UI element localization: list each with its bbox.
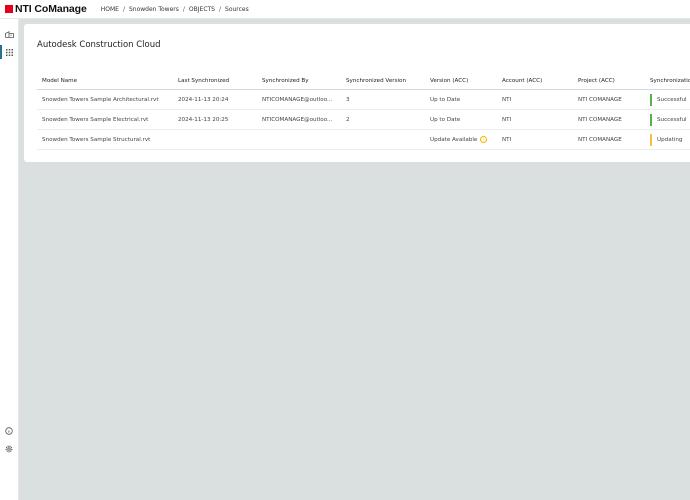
column-header-synchronized-by[interactable]: Synchronized By [257,73,341,90]
breadcrumb-separator: / [122,5,125,13]
column-header-synchronization[interactable]: Synchronization [645,73,690,90]
acc-version-cell: Up to Date [425,89,497,110]
breadcrumb-sources: Sources [225,5,249,13]
synchronized-version-cell [341,129,425,150]
table-header-row: Model Name Last Synchronized Synchronize… [37,73,690,90]
sidebar [0,19,19,500]
column-header-last-synchronized[interactable]: Last Synchronized [173,73,257,90]
breadcrumb-separator: / [182,5,185,13]
model-name-cell: Snowden Towers Sample Structural.rvt [37,129,173,150]
last-synchronized-cell: 2024-11-13 20:25 [173,109,257,130]
model-name-cell: Snowden Towers Sample Architectural.rvt [37,89,173,110]
sources-table: Model Name Last Synchronized Synchronize… [37,73,690,150]
column-header-project-acc[interactable]: Project (ACC) [573,73,645,90]
sidebar-item-info[interactable] [0,423,18,439]
synchronized-by-cell [257,129,341,150]
logo-mark-icon [5,5,13,13]
update-available-icon[interactable]: ! [480,136,488,143]
card-title: Autodesk Construction Cloud [37,40,161,50]
breadcrumb: HOME / Snowden Towers / OBJECTS / Source… [101,6,249,13]
top-bar: NTI CoManage HOME / Snowden Towers / OBJ… [0,0,690,19]
acc-version-text: Up to Date [430,116,461,123]
status-indicator-bar [650,93,652,106]
app-logo[interactable]: NTI CoManage [5,3,87,15]
building-icon [4,30,14,38]
apps-grid-icon [5,48,13,56]
status-indicator-bar [650,133,652,146]
account-cell: NTI [497,109,573,130]
sync-status-cell: Updating [645,129,690,150]
sync-status-cell: Successful [645,109,690,130]
status-indicator-bar [650,113,652,126]
breadcrumb-objects[interactable]: OBJECTS [189,6,215,13]
sync-status-cell: Successful [645,89,690,110]
info-icon [5,427,13,435]
column-header-version-acc[interactable]: Version (ACC) [425,73,497,90]
acc-version-text: Update Available [430,136,478,143]
status-badge: Successful [657,116,687,123]
synchronized-by-cell: NTICOMANAGE@outloo... [257,89,341,110]
synchronized-version-cell: 2 [341,109,425,130]
table-row[interactable]: Snowden Towers Sample Architectural.rvt … [37,89,690,110]
table-row[interactable]: Snowden Towers Sample Structural.rvt Upd… [37,129,690,150]
sidebar-item-building[interactable] [0,26,18,42]
status-badge: Successful [657,96,687,103]
acc-version-cell: Update Available! [425,129,497,150]
acc-version-text: Up to Date [430,96,461,103]
table-row[interactable]: Snowden Towers Sample Electrical.rvt 202… [37,109,690,130]
column-header-model-name[interactable]: Model Name [37,73,173,90]
model-name-cell: Snowden Towers Sample Electrical.rvt [37,109,173,130]
last-synchronized-cell: 2024-11-13 20:24 [173,89,257,110]
column-header-synchronized-version[interactable]: Synchronized Version [341,73,425,90]
account-cell: NTI [497,89,573,110]
last-synchronized-cell [173,129,257,150]
project-cell: NTI COMANAGE [573,89,645,110]
project-cell: NTI COMANAGE [573,109,645,130]
breadcrumb-separator: / [218,5,222,13]
synchronized-version-cell: 3 [341,89,425,110]
column-header-account-acc[interactable]: Account (ACC) [497,73,573,90]
settings-icon [5,445,13,453]
sources-card: Autodesk Construction Cloud Model Name L… [24,24,690,162]
synchronized-by-cell: NTICOMANAGE@outloo... [257,109,341,130]
project-cell: NTI COMANAGE [573,129,645,150]
sidebar-item-apps[interactable] [0,44,18,60]
sidebar-item-settings[interactable] [0,441,18,457]
account-cell: NTI [497,129,573,150]
breadcrumb-home[interactable]: HOME [101,6,119,13]
logo-text: NTI CoManage [15,3,87,15]
acc-version-cell: Up to Date [425,109,497,130]
breadcrumb-project[interactable]: Snowden Towers [129,6,179,13]
status-badge: Updating [657,136,683,143]
